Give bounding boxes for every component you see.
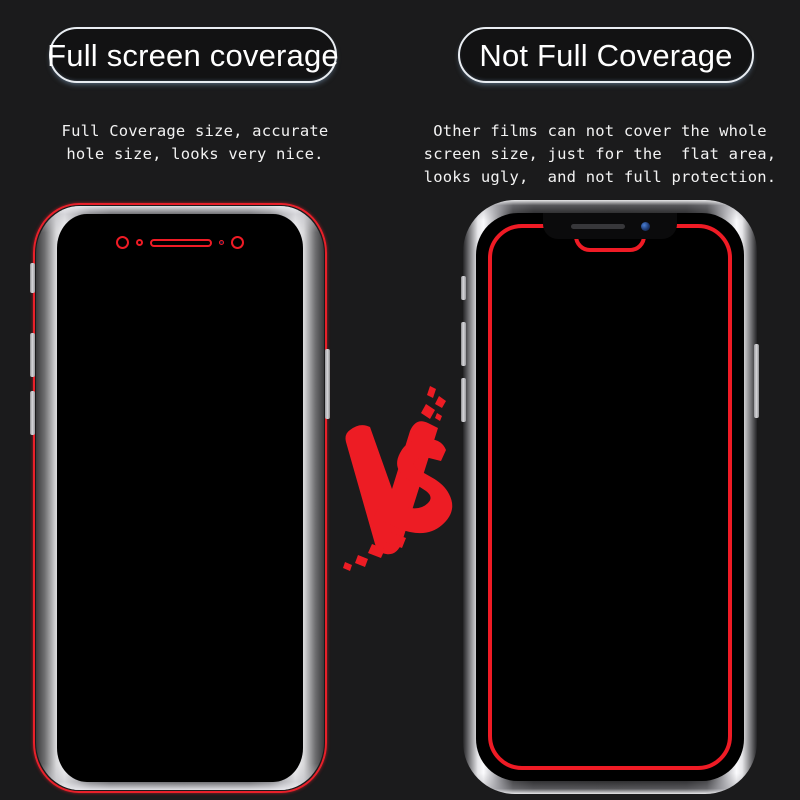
versus-emblem — [338, 372, 462, 572]
phone-right-screen — [476, 213, 744, 781]
phone-right-notch — [543, 213, 677, 239]
description-not-full-coverage: Other films can not cover the whole scre… — [423, 122, 777, 186]
phone-not-full-coverage — [461, 200, 759, 794]
phone-right-power-button[interactable] — [754, 344, 759, 418]
phone-right-mute-switch[interactable] — [461, 276, 466, 300]
phone-left-power-button[interactable] — [325, 349, 330, 419]
phone-left-button-left-1[interactable] — [30, 263, 35, 293]
description-full-coverage: Full Coverage size, accurate hole size, … — [61, 122, 329, 163]
phone-left-button-left-2[interactable] — [30, 333, 35, 377]
earpiece-speaker-icon — [570, 223, 625, 229]
badge-full-coverage: Full screen coverage — [47, 27, 339, 83]
phone-right-volume-down-button[interactable] — [461, 378, 466, 422]
badge-not-full-coverage-label: Not Full Coverage — [479, 37, 733, 73]
front-camera-icon — [640, 221, 650, 231]
badge-full-coverage-label: Full screen coverage — [47, 37, 339, 73]
badge-not-full-coverage: Not Full Coverage — [458, 27, 754, 83]
comparison-banner: Full screen coverage Full Coverage size,… — [0, 0, 800, 800]
phone-right-volume-up-button[interactable] — [461, 322, 466, 366]
phone-left-button-left-3[interactable] — [30, 391, 35, 435]
phone-full-coverage — [30, 203, 330, 793]
versus-glyph — [343, 386, 453, 571]
screen-protector-outline-full — [33, 203, 327, 793]
